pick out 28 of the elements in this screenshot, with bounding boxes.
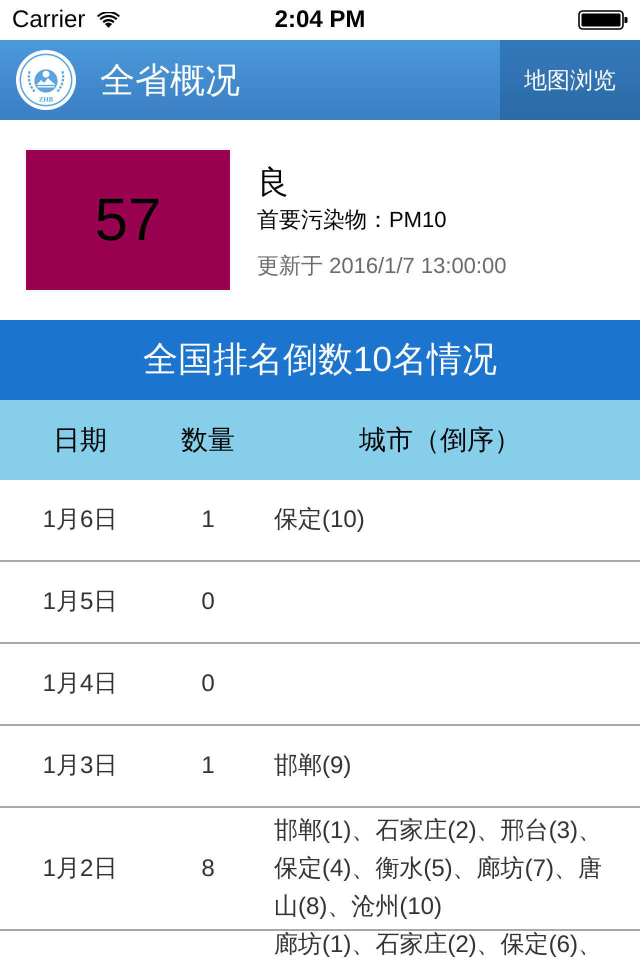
table-cell-text: 邯郸(1)、石家庄(2)、邢台(3)、保定(4)、衡水(5)、廊坊(7)、唐山(8)、沧州(10) bbox=[274, 816, 603, 922]
table-cell: 1月6日 bbox=[42, 505, 118, 535]
table-cell: 8 bbox=[201, 854, 215, 884]
table-cell: 1月2日 bbox=[42, 854, 118, 884]
map-browse-button[interactable]: 地图浏览 bbox=[500, 40, 640, 120]
table-cell: 0 bbox=[201, 587, 215, 617]
page-title: 全省概况 bbox=[100, 62, 240, 98]
table-cell: 1月4日 bbox=[42, 669, 118, 699]
table-cell: 1月3日 bbox=[42, 751, 118, 781]
table-cell: 0 bbox=[201, 669, 215, 699]
table-cell: 1月5日 bbox=[42, 587, 118, 617]
column-header: 日期 bbox=[53, 424, 107, 457]
primary-pollutant: 首要污染物：PM10 bbox=[257, 206, 448, 234]
table-cell-text: 邯郸(9) bbox=[274, 751, 352, 781]
table-cell-text: 廊坊(1)、石家庄(2)、保定(6)、 bbox=[274, 931, 603, 960]
air-quality-level: 良 bbox=[257, 163, 290, 202]
section-title: 全国排名倒数10名情况 bbox=[0, 320, 640, 400]
clock-time: 2:04 PM bbox=[274, 8, 366, 32]
update-time: 更新于 2016/1/7 13:00:00 bbox=[257, 252, 506, 280]
carrier-label: Carrier bbox=[12, 8, 86, 32]
aqi-value-tile: 57 bbox=[26, 150, 230, 290]
table-cell: 1 bbox=[201, 505, 215, 535]
wifi-icon bbox=[97, 12, 120, 28]
battery-icon bbox=[578, 10, 628, 30]
column-header: 数量 bbox=[181, 424, 235, 457]
table-cell: 1 bbox=[201, 751, 215, 781]
table-cell-text: 保定(10) bbox=[274, 505, 366, 535]
column-header: 城市（倒序） bbox=[359, 424, 521, 457]
